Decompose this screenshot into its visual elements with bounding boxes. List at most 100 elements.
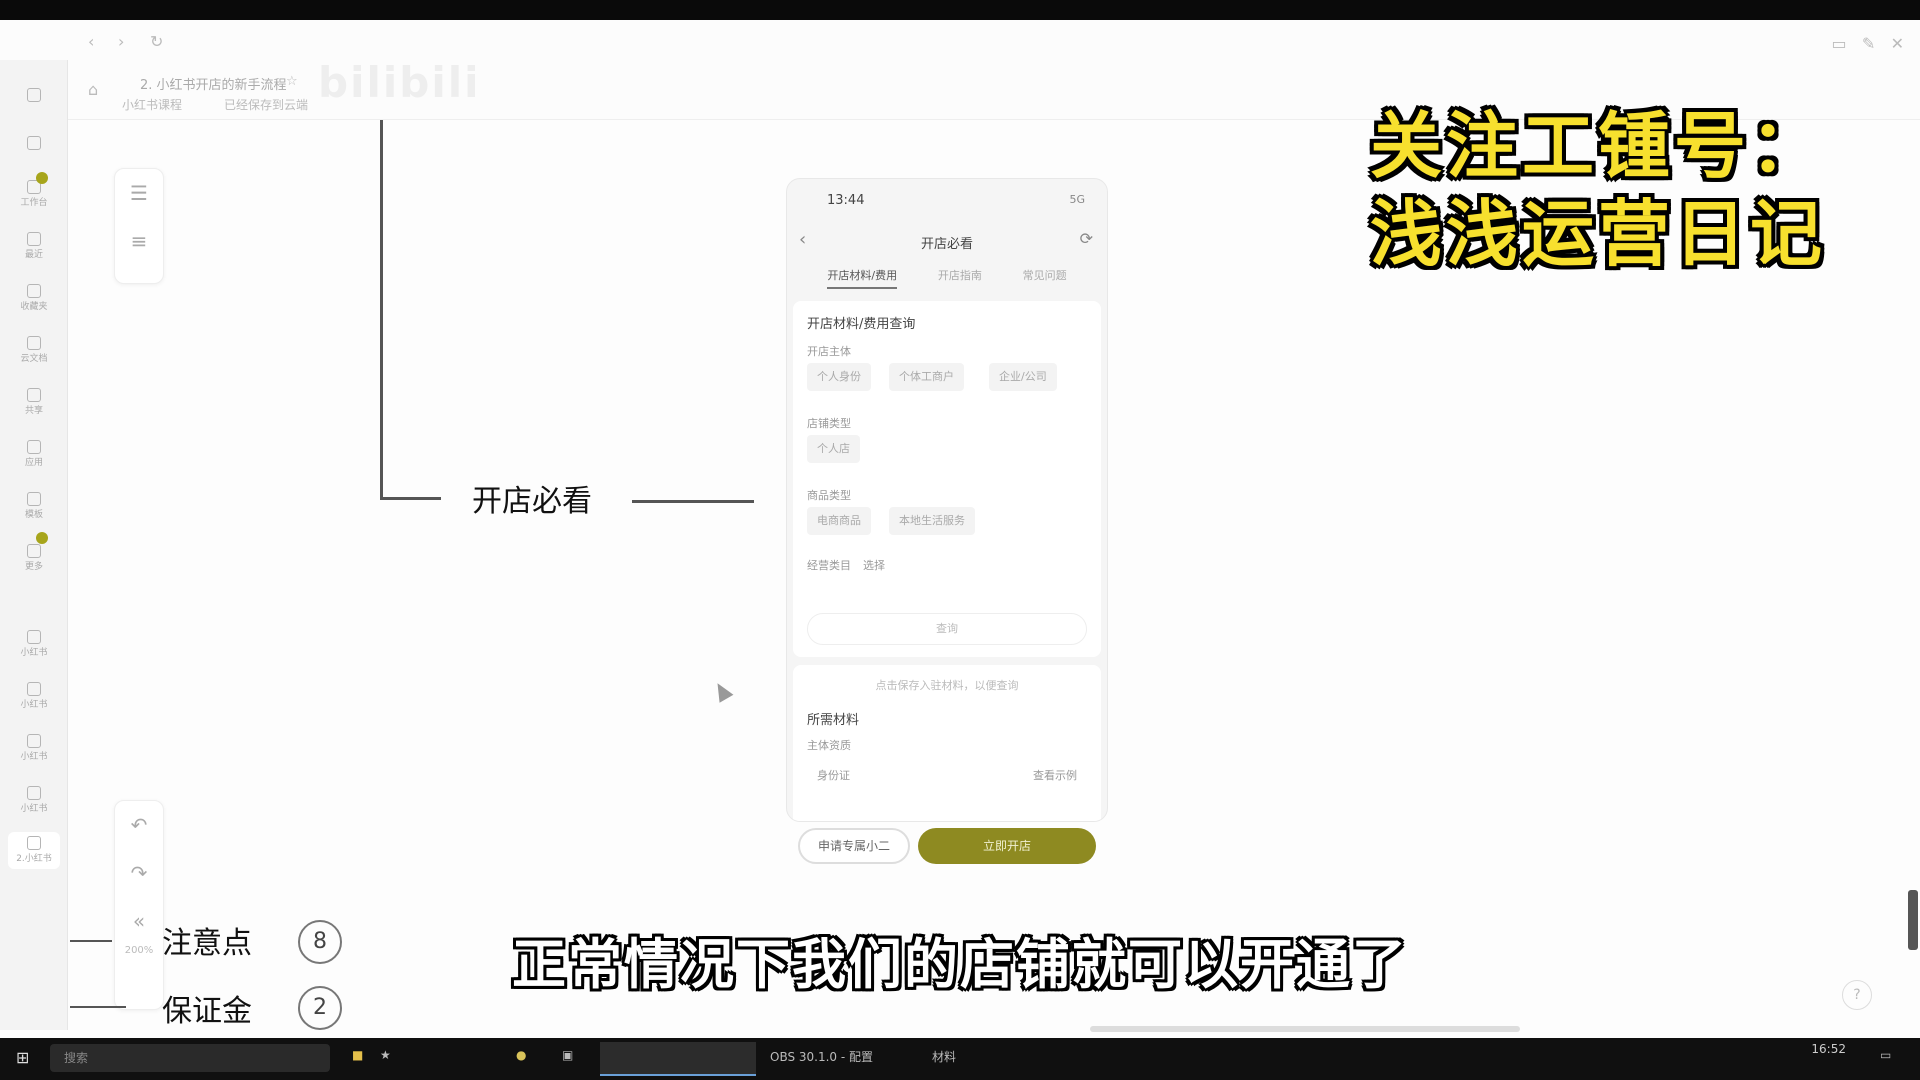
phone-title: 开店必看 — [920, 237, 973, 252]
phone-refresh-icon: ⟳ — [1079, 229, 1093, 248]
phone-query-card: 开店材料/费用查询 开店主体 个人身份 个体工商户 企业/公司 店铺类型 个人店… — [793, 301, 1101, 657]
phone-tip: 点击保存入驻材料，以便查询 — [875, 679, 1019, 692]
taskbar-active-app[interactable] — [600, 1042, 756, 1076]
sidebar-item-6[interactable]: 模板 — [8, 492, 60, 521]
doc-icon — [27, 836, 41, 850]
notification-icon[interactable]: ▭ — [1880, 1048, 1891, 1062]
share-icon — [27, 388, 41, 402]
redo-icon[interactable]: ↷ — [115, 849, 163, 897]
cloud-doc-icon — [27, 336, 41, 350]
recent-icon — [27, 232, 41, 246]
sidebar-item-8[interactable]: 小红书 — [8, 630, 60, 659]
doc-icon — [27, 630, 41, 644]
notification-dot-2 — [36, 532, 48, 544]
sidebar-item-1[interactable]: 最近 — [8, 232, 60, 261]
phone-chip-company: 企业/公司 — [989, 363, 1057, 391]
phone-chip-local: 本地生活服务 — [889, 507, 975, 535]
overlay-title-line1: 关注工锺号： — [1370, 104, 1827, 188]
phone-tab-faq: 常见问题 — [1022, 269, 1067, 282]
outline-icon[interactable]: ☰ — [115, 169, 163, 217]
sidebar-item-7[interactable]: 更多 — [8, 544, 60, 573]
sidebar-item-search[interactable] — [8, 88, 60, 105]
phone-operate-value: 选择 — [863, 559, 885, 572]
phone-section-heading: 开店材料/费用查询 — [807, 317, 916, 332]
phone-search-button: 查询 — [807, 613, 1087, 645]
phone-chip-personal-shop: 个人店 — [807, 435, 860, 463]
taskbar-search[interactable]: 搜索 — [50, 1044, 330, 1072]
sidebar-item-4[interactable]: 共享 — [8, 388, 60, 417]
window-controls[interactable]: ▭ ✎ ✕ — [1832, 34, 1904, 53]
app-sidebar: 工作台 最近 收藏夹 云文档 共享 应用 模板 更多 小红书 小红书 小红书 小… — [0, 60, 68, 1030]
sidebar-item-11[interactable]: 小红书 — [8, 786, 60, 815]
branch-deposit — [70, 1006, 126, 1008]
mouse-cursor — [710, 679, 734, 703]
phone-materials-row-right: 查看示例 — [1033, 769, 1077, 782]
video-subtitle: 正常情况下我们的店铺就可以开通了 — [512, 933, 1408, 996]
phone-tab-materials: 开店材料/费用 — [827, 267, 898, 289]
phone-chip-ecommerce: 电商商品 — [807, 507, 871, 535]
windows-taskbar: ⊞ 搜索 ■ ★ ● ▣ OBS 30.1.0 - 配置 材料 16:52 ▭ — [0, 1038, 1920, 1080]
notification-dot — [36, 172, 48, 184]
phone-subject-label: 开店主体 — [807, 345, 851, 358]
save-status: 已经保存到云端 — [224, 98, 309, 112]
phone-materials-card: 点击保存入驻材料，以便查询 所需材料 主体资质 身份证 查看示例 — [793, 665, 1101, 821]
sidebar-item-new[interactable] — [8, 136, 60, 153]
phone-category-label: 商品类型 — [807, 489, 851, 502]
phone-materials-row-left: 身份证 — [817, 769, 850, 782]
search-icon — [27, 88, 41, 102]
sidebar-item-current[interactable]: 2.小红书 — [8, 832, 60, 869]
phone-shop-type-label: 店铺类型 — [807, 417, 851, 430]
phone-chip-personal: 个人身份 — [807, 363, 871, 391]
phone-materials-heading: 所需材料 — [807, 713, 860, 728]
outline-tool-panel: ☰ ≡ — [114, 168, 164, 284]
template-icon — [27, 492, 41, 506]
horizontal-scrollbar[interactable] — [1090, 1026, 1520, 1032]
overlay-title-line2: 浅浅运营日记 — [1370, 192, 1827, 276]
sidebar-item-0[interactable]: 工作台 — [8, 180, 60, 209]
windows-start-icon[interactable]: ⊞ — [16, 1048, 29, 1067]
overlay-title: 关注工锺号： 浅浅运营日记 — [1370, 102, 1890, 278]
sidebar-item-9[interactable]: 小红书 — [8, 682, 60, 711]
letterbox-top — [0, 0, 1920, 20]
doc-icon — [27, 734, 41, 748]
doc-icon — [27, 682, 41, 696]
back-icon[interactable]: ‹ — [88, 32, 94, 51]
sidebar-item-3[interactable]: 云文档 — [8, 336, 60, 365]
branch-to-image — [632, 500, 754, 503]
bilibili-watermark: bilibili — [318, 58, 481, 107]
material-taskbar-item[interactable]: 材料 — [932, 1048, 956, 1065]
phone-tabs: 开店材料/费用 开店指南 常见问题 — [787, 267, 1107, 289]
doc-icon — [27, 786, 41, 800]
app-icon-2[interactable]: ▣ — [562, 1048, 573, 1062]
structure-icon[interactable]: ≡ — [115, 217, 163, 265]
phone-time: 13:44 — [827, 193, 865, 208]
app-icon-1[interactable]: ● — [516, 1048, 526, 1062]
node-main[interactable]: 开店必看 — [472, 476, 592, 520]
phone-chip-individual: 个体工商户 — [889, 363, 964, 391]
star-icon[interactable]: ☆ — [286, 74, 298, 89]
obs-taskbar-item[interactable]: OBS 30.1.0 - 配置 — [770, 1048, 873, 1065]
branch-horizontal — [383, 497, 441, 500]
sidebar-item-10[interactable]: 小红书 — [8, 734, 60, 763]
sidebar-item-2[interactable]: 收藏夹 — [8, 284, 60, 313]
forward-icon[interactable]: › — [118, 32, 124, 51]
star-app-icon[interactable]: ★ — [380, 1048, 391, 1062]
doc-title[interactable]: 2. 小红书开店的新手流程 — [140, 74, 287, 93]
phone-operate-label: 经营类目 — [807, 559, 851, 572]
reload-icon[interactable]: ↻ — [150, 32, 163, 51]
screen: ‹ › ↻ ⌂ 2. 小红书开店的新手流程 ☆ 小红书课程 已经保存到云端 bi… — [0, 20, 1920, 1038]
phone-screenshot[interactable]: 13:44 5G ‹ 开店必看 ⟳ 开店材料/费用 开店指南 常见问题 开店材料… — [786, 178, 1108, 822]
more-icon — [27, 544, 41, 558]
file-explorer-icon[interactable]: ■ — [352, 1048, 363, 1062]
breadcrumb-folder[interactable]: 小红书课程 — [122, 96, 182, 113]
undo-icon[interactable]: ↶ — [115, 801, 163, 849]
phone-open-shop-button: 立即开店 — [918, 828, 1096, 864]
phone-apply-button: 申请专属小二 — [798, 828, 910, 864]
sidebar-item-5[interactable]: 应用 — [8, 440, 60, 469]
folder-icon — [27, 284, 41, 298]
taskbar-clock[interactable]: 16:52 — [1811, 1042, 1846, 1056]
branch-vertical — [380, 120, 383, 500]
home-icon[interactable]: ⌂ — [88, 80, 98, 99]
plus-icon — [27, 136, 41, 150]
phone-tab-guide: 开店指南 — [937, 269, 982, 282]
